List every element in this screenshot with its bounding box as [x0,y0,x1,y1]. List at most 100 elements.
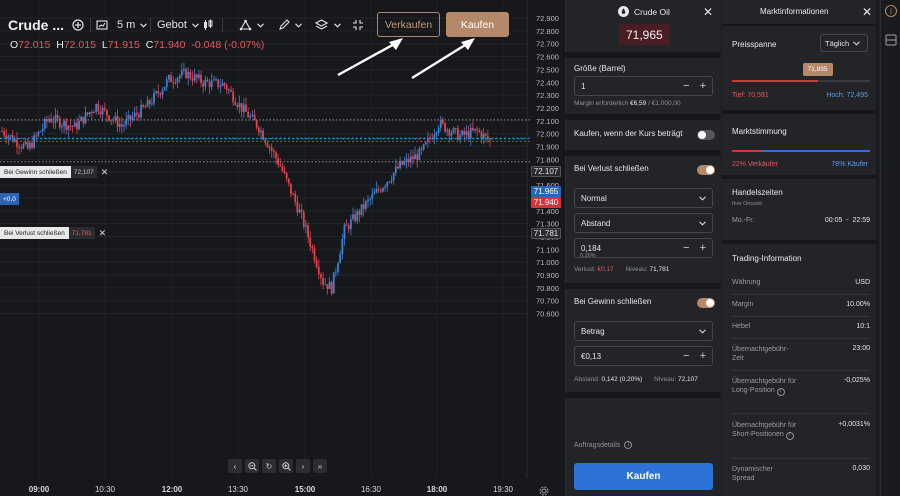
candle-body [39,131,42,133]
candlestick-icon[interactable] [202,12,214,38]
candle-body [407,158,410,163]
candle-body [439,120,442,128]
candle-body [292,193,294,195]
info-row-value: +0,0031% [838,421,870,428]
price-chart[interactable]: 72.90072.80072.70072.60072.50072.40072.3… [0,0,565,496]
take-profit-toggle[interactable] [697,298,715,308]
chart-type-icon[interactable] [96,12,108,38]
sell-button[interactable]: Verkaufen [377,12,440,37]
market-info-panel: Marktinformationen ✕ Preisspanne Täglich… [722,0,878,496]
candle-body [476,128,479,131]
candle-body [236,105,239,107]
candle-body [172,82,175,84]
chevron-down-icon[interactable] [257,12,264,38]
reset-icon[interactable]: ↻ [262,459,276,473]
range-low: Tief: 70,591 [732,92,769,99]
stop-mode-select[interactable]: Abstand [574,213,713,233]
chart-area[interactable]: 72.900 72.800 72.700 72.600 72.500 72.400 72.3… [0,0,565,496]
tp-amount-input[interactable]: €0,13 − + [574,346,713,366]
trading-info-label: Trading-Information [732,254,802,263]
close-icon[interactable]: ✕ [99,228,107,239]
size-input[interactable]: 1 − + [574,76,713,96]
candle-body [418,148,421,161]
chevron-down-icon[interactable] [334,12,341,38]
candle-body [129,115,132,120]
info-row-label: Übernachtgebühr für Long-Position [732,378,797,394]
chevron-down-icon[interactable] [295,12,302,38]
range-period-select[interactable]: Täglich [820,34,868,52]
candle-body [204,79,207,87]
plus-icon[interactable]: + [700,242,706,254]
panel-layout-icon[interactable] [885,33,897,51]
candle-body [296,201,299,213]
plus-icon[interactable]: + [700,350,706,362]
scroll-to-end-icon[interactable]: » [313,459,327,473]
close-icon[interactable]: ✕ [703,5,713,19]
candle-body [326,284,329,289]
take-profit-summary: Abstand: 0,142 (0,20%) Niveau: 72,107 [574,376,698,383]
candle-body [253,114,256,121]
plus-icon[interactable]: + [700,80,706,92]
candle-body [247,111,250,118]
candle-body [142,104,145,107]
candle-body [420,148,423,150]
zoom-in-icon[interactable] [279,459,293,473]
buy-button[interactable]: Kaufen [446,12,509,37]
change-value: -0.048 (-0.07%) [191,39,265,51]
conditional-toggle[interactable] [697,130,715,140]
layers-icon[interactable] [315,12,328,38]
candle-body [9,135,12,137]
symbol-name[interactable]: Crude ... [8,12,64,38]
info-row-value: 10.00% [846,301,870,308]
interval-select[interactable]: 5 m [117,12,148,38]
scroll-left-icon[interactable]: ‹ [228,459,242,473]
order-details-link[interactable]: Auftragsdetails i [574,441,633,449]
y-tick-label: 72.700 [536,40,559,49]
candle-body [347,225,350,230]
candle-body [266,142,269,148]
zoom-out-icon[interactable] [245,459,259,473]
trading-info-section: Trading-Information Währung USD Margin 1… [722,244,876,496]
candle-body [305,225,307,227]
add-indicator-icon[interactable] [72,12,84,38]
range-label: Preisspanne [732,40,777,49]
high-value: 72,495 [846,92,868,99]
stop-loss-toggle[interactable] [697,165,715,175]
candle-body [93,111,95,113]
close-icon[interactable]: ✕ [101,167,109,178]
info-icon[interactable]: i [785,431,794,440]
scroll-right-icon[interactable]: › [296,459,310,473]
fullscreen-icon[interactable] [352,12,364,38]
candle-body [157,91,160,94]
minus-icon[interactable]: − [683,80,689,92]
loss-label: Verlust: [574,266,596,273]
pencil-icon[interactable] [278,12,290,38]
candle-body [367,199,369,202]
hours-value: 00:05 - 22:59 [824,217,870,224]
position-line-tag[interactable]: +0,0 [0,193,19,205]
candle-body [444,122,446,132]
bid-price-tag: 71.940 [531,197,561,208]
candle-body [302,211,305,227]
tp-mode-select[interactable]: Betrag [574,321,713,341]
stop-loss-tag-label: Bei Verlust schließen [0,227,69,239]
loss-value: €0,17 [597,266,614,273]
minus-icon[interactable]: − [683,242,689,254]
stop-type-select[interactable]: Normal [574,188,713,208]
submit-buy-button[interactable]: Kaufen [574,463,713,490]
settings-icon[interactable] [539,483,549,496]
stop-loss-line-tag[interactable]: Bei Verlust schließen 71,781 ✕ [0,227,106,239]
price-type-select[interactable]: Gebot [157,12,199,38]
take-profit-line-tag[interactable]: Bei Gewinn schließen 72,107 ✕ [0,166,108,178]
info-icon[interactable]: i [885,5,897,17]
candle-body [272,150,275,153]
minus-icon[interactable]: − [683,350,689,362]
candle-body [114,116,117,120]
candle-body [322,277,324,285]
info-icon[interactable]: i [624,441,633,449]
close-icon[interactable]: ✕ [862,5,872,19]
candle-body [454,128,457,130]
candle-body [63,120,65,127]
drawing-tools-icon[interactable] [239,12,252,38]
info-icon[interactable]: i [776,387,785,396]
